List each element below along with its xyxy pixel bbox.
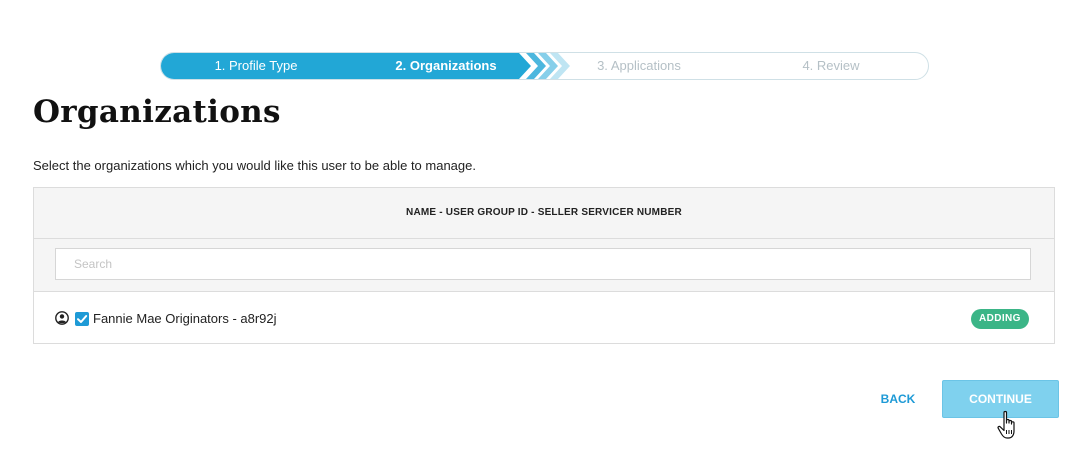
user-circle-icon bbox=[55, 311, 69, 325]
instructions-text: Select the organizations which you would… bbox=[33, 158, 476, 173]
step-organizations: 2. Organizations bbox=[395, 58, 497, 73]
step-review: 4. Review bbox=[802, 58, 860, 73]
organization-name: Fannie Mae Originators - a8r92j bbox=[93, 311, 277, 326]
page-title: Organizations bbox=[33, 94, 281, 130]
checkmark-icon bbox=[77, 315, 88, 323]
row-checkbox[interactable] bbox=[75, 312, 89, 326]
table-row[interactable]: Fannie Mae Originators - a8r92j ADDING bbox=[34, 292, 1054, 342]
hand-pointer-icon bbox=[995, 410, 1023, 442]
page-root: 1. Profile Type 2. Organizations 3. Appl… bbox=[0, 0, 1089, 471]
progress-stepper: 1. Profile Type 2. Organizations 3. Appl… bbox=[160, 52, 929, 80]
back-button[interactable]: BACK bbox=[870, 385, 926, 413]
organizations-table: NAME - USER GROUP ID - SELLER SERVICER N… bbox=[33, 187, 1055, 344]
step-profile-type[interactable]: 1. Profile Type bbox=[181, 53, 331, 79]
table-column-header: NAME - USER GROUP ID - SELLER SERVICER N… bbox=[34, 188, 1054, 239]
search-input[interactable] bbox=[55, 248, 1031, 280]
search-bar bbox=[34, 239, 1054, 292]
status-badge: ADDING bbox=[971, 309, 1029, 329]
step-applications: 3. Applications bbox=[597, 58, 681, 73]
